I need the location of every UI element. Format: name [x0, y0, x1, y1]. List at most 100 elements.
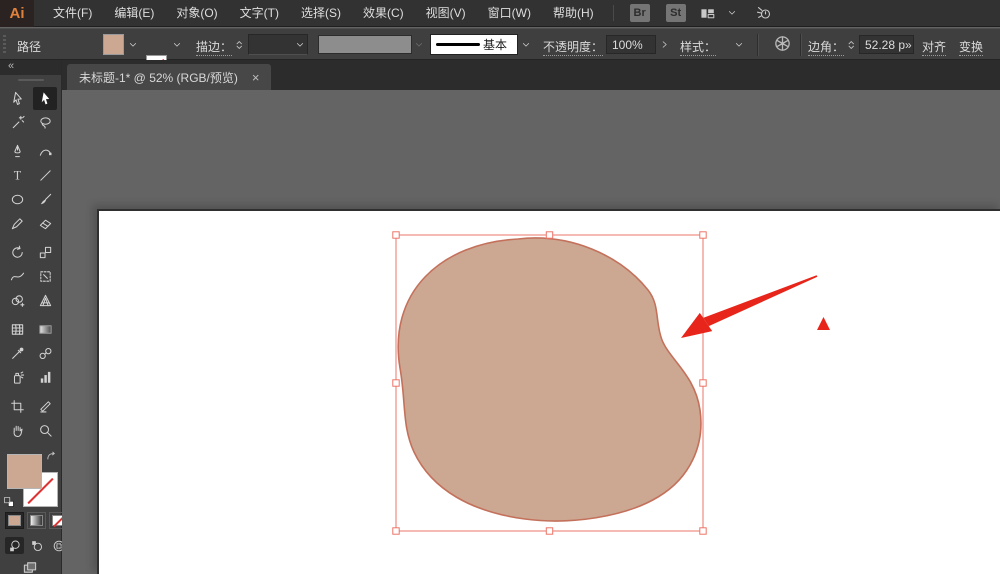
menu-view[interactable]: 视图(V)	[415, 0, 477, 27]
selection-handle[interactable]	[700, 528, 706, 534]
document-tab-bar: 未标题-1* @ 52% (RGB/预览) ×	[62, 60, 1000, 90]
tool-lasso[interactable]	[33, 111, 57, 134]
stroke-weight-stepper[interactable]	[233, 34, 246, 55]
brush-stroke-preview	[436, 43, 480, 46]
width-profile-select[interactable]	[318, 35, 412, 54]
tool-selection[interactable]	[5, 87, 29, 110]
selection-handle[interactable]	[393, 380, 399, 386]
annotation-arrow	[681, 275, 817, 338]
draw-behind-button[interactable]	[27, 537, 46, 554]
control-divider	[800, 34, 801, 56]
selection-handle[interactable]	[393, 528, 399, 534]
tool-eraser[interactable]	[33, 212, 57, 235]
control-bar-grip[interactable]	[3, 35, 6, 55]
canvas-overlay	[62, 90, 1000, 574]
menu-bar: Ai 文件(F)编辑(E)对象(O)文字(T)选择(S)效果(C)视图(V)窗口…	[0, 0, 1000, 27]
corner-panel-link[interactable]: 边角：	[808, 38, 844, 56]
app-logo-text: Ai	[10, 5, 25, 22]
align-panel-link[interactable]: 对齐	[922, 38, 946, 56]
menu-type[interactable]: 文字(T)	[229, 0, 290, 27]
document-tab[interactable]: 未标题-1* @ 52% (RGB/预览) ×	[67, 64, 271, 90]
canvas-area[interactable]	[62, 90, 1000, 574]
app-logo: Ai	[0, 0, 34, 27]
tool-blend[interactable]	[33, 342, 57, 365]
selection-handle[interactable]	[546, 528, 552, 534]
bridge-button[interactable]: Br	[630, 4, 650, 22]
tool-ellipse[interactable]	[5, 188, 29, 211]
tool-line-segment[interactable]	[33, 164, 57, 187]
menu-edit[interactable]: 编辑(E)	[103, 0, 165, 27]
draw-normal-button[interactable]	[5, 537, 24, 554]
fill-color-swatch[interactable]	[103, 34, 124, 55]
swap-fill-stroke-icon[interactable]	[45, 450, 58, 466]
tool-panel-grip[interactable]	[18, 79, 44, 81]
tool-slice[interactable]	[33, 395, 57, 418]
tool-pencil[interactable]	[5, 212, 29, 235]
menu-help[interactable]: 帮助(H)	[542, 0, 605, 27]
style-chevron-icon[interactable]	[732, 34, 746, 55]
chevron-down-icon[interactable]	[726, 7, 738, 19]
tool-perspective-grid[interactable]	[33, 289, 57, 312]
stroke-panel-link[interactable]: 描边：	[196, 38, 232, 56]
stroke-chevron-icon[interactable]	[170, 34, 184, 55]
tool-magic-wand[interactable]	[5, 111, 29, 134]
tool-gradient[interactable]	[33, 318, 57, 341]
fill-indicator-swatch[interactable]	[7, 454, 42, 489]
menu-select[interactable]: 选择(S)	[290, 0, 352, 27]
workspace-switcher-icon[interactable]	[699, 6, 716, 21]
menu-object[interactable]: 对象(O)	[165, 0, 228, 27]
tool-width[interactable]	[5, 265, 29, 288]
corner-stepper[interactable]	[845, 34, 858, 55]
color-button[interactable]	[5, 512, 24, 529]
tool-symbol-sprayer[interactable]	[5, 366, 29, 389]
opacity-expander-icon[interactable]	[657, 34, 671, 55]
tool-shape-builder[interactable]	[5, 289, 29, 312]
tool-hand[interactable]	[5, 419, 29, 442]
tool-curvature[interactable]	[33, 140, 57, 163]
tool-mesh[interactable]	[5, 318, 29, 341]
width-profile-chevron-icon[interactable]	[412, 34, 426, 55]
tool-artboard[interactable]	[5, 395, 29, 418]
opacity-input[interactable]: 100%	[606, 35, 656, 54]
tool-panel-collapse[interactable]: «	[0, 60, 61, 75]
annotation-triangle	[817, 317, 830, 330]
selection-handle[interactable]	[393, 232, 399, 238]
cs-live-icon[interactable]	[755, 5, 772, 21]
opacity-panel-link[interactable]: 不透明度：	[543, 38, 603, 56]
default-fill-stroke-icon[interactable]	[3, 496, 15, 511]
tool-paintbrush[interactable]	[33, 188, 57, 211]
stroke-weight-select[interactable]	[248, 34, 308, 55]
selection-handle[interactable]	[700, 232, 706, 238]
brush-definition-select[interactable]: 基本	[430, 34, 518, 55]
tab-close-icon[interactable]: ×	[252, 70, 260, 85]
style-panel-link[interactable]: 样式：	[680, 38, 716, 56]
tool-panel: « T	[0, 60, 62, 574]
selection-handle[interactable]	[546, 232, 552, 238]
menu-file[interactable]: 文件(F)	[42, 0, 103, 27]
selection-handle[interactable]	[700, 380, 706, 386]
transform-panel-link[interactable]: 变换	[959, 38, 983, 56]
tool-zoom[interactable]	[33, 419, 57, 442]
tool-scale[interactable]	[33, 241, 57, 264]
tool-pen[interactable]	[5, 140, 29, 163]
recolor-artwork-icon[interactable]	[773, 34, 792, 53]
brush-name: 基本	[483, 36, 507, 53]
menu-window[interactable]: 窗口(W)	[477, 0, 542, 27]
tool-free-transform[interactable]	[33, 265, 57, 288]
menu-effect[interactable]: 效果(C)	[352, 0, 415, 27]
tool-type[interactable]: T	[5, 164, 29, 187]
stock-button[interactable]: St	[666, 4, 686, 22]
document-title: 未标题-1* @ 52% (RGB/预览)	[79, 69, 238, 86]
tool-eyedropper[interactable]	[5, 342, 29, 365]
gradient-button[interactable]	[27, 512, 46, 529]
screen-mode-button[interactable]	[20, 560, 40, 574]
corner-input[interactable]: 52.28 p»	[859, 35, 914, 54]
tool-rotate[interactable]	[5, 241, 29, 264]
brush-chevron-icon[interactable]	[519, 34, 533, 55]
tool-direct-selection[interactable]	[33, 87, 57, 110]
selected-shape[interactable]	[398, 238, 701, 521]
fill-chevron-icon[interactable]	[126, 34, 140, 55]
tool-column-graph[interactable]	[33, 366, 57, 389]
svg-text:T: T	[13, 169, 21, 183]
illustrator-window: Ai 文件(F)编辑(E)对象(O)文字(T)选择(S)效果(C)视图(V)窗口…	[0, 0, 1000, 574]
